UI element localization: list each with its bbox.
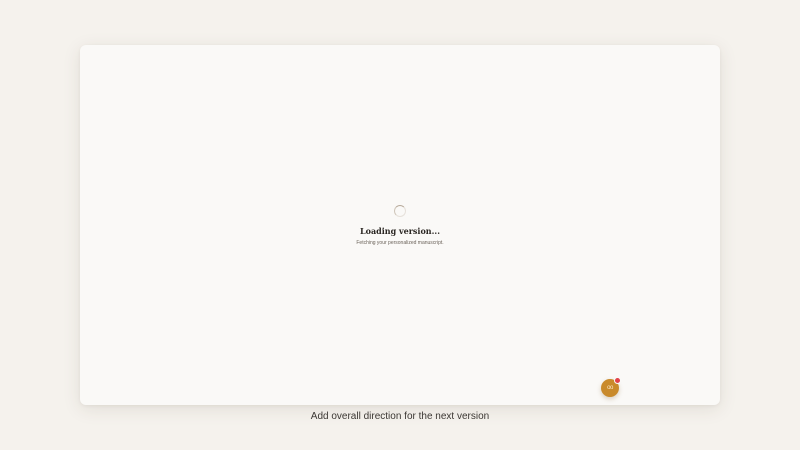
loading-subtitle: Fetching your personalized manuscript. xyxy=(356,240,444,246)
assistant-button[interactable]: oo xyxy=(601,377,621,397)
page: Loading version... Fetching your persona… xyxy=(0,0,800,450)
loading-state: Loading version... Fetching your persona… xyxy=(80,205,720,247)
eyes-icon: oo xyxy=(607,385,613,391)
loading-title: Loading version... xyxy=(360,226,440,236)
manuscript-preview-card: Loading version... Fetching your persona… xyxy=(80,45,720,405)
notification-badge xyxy=(614,377,621,384)
add-direction-link[interactable]: Add overall direction for the next versi… xyxy=(0,410,800,424)
loading-spinner-icon xyxy=(394,205,406,217)
